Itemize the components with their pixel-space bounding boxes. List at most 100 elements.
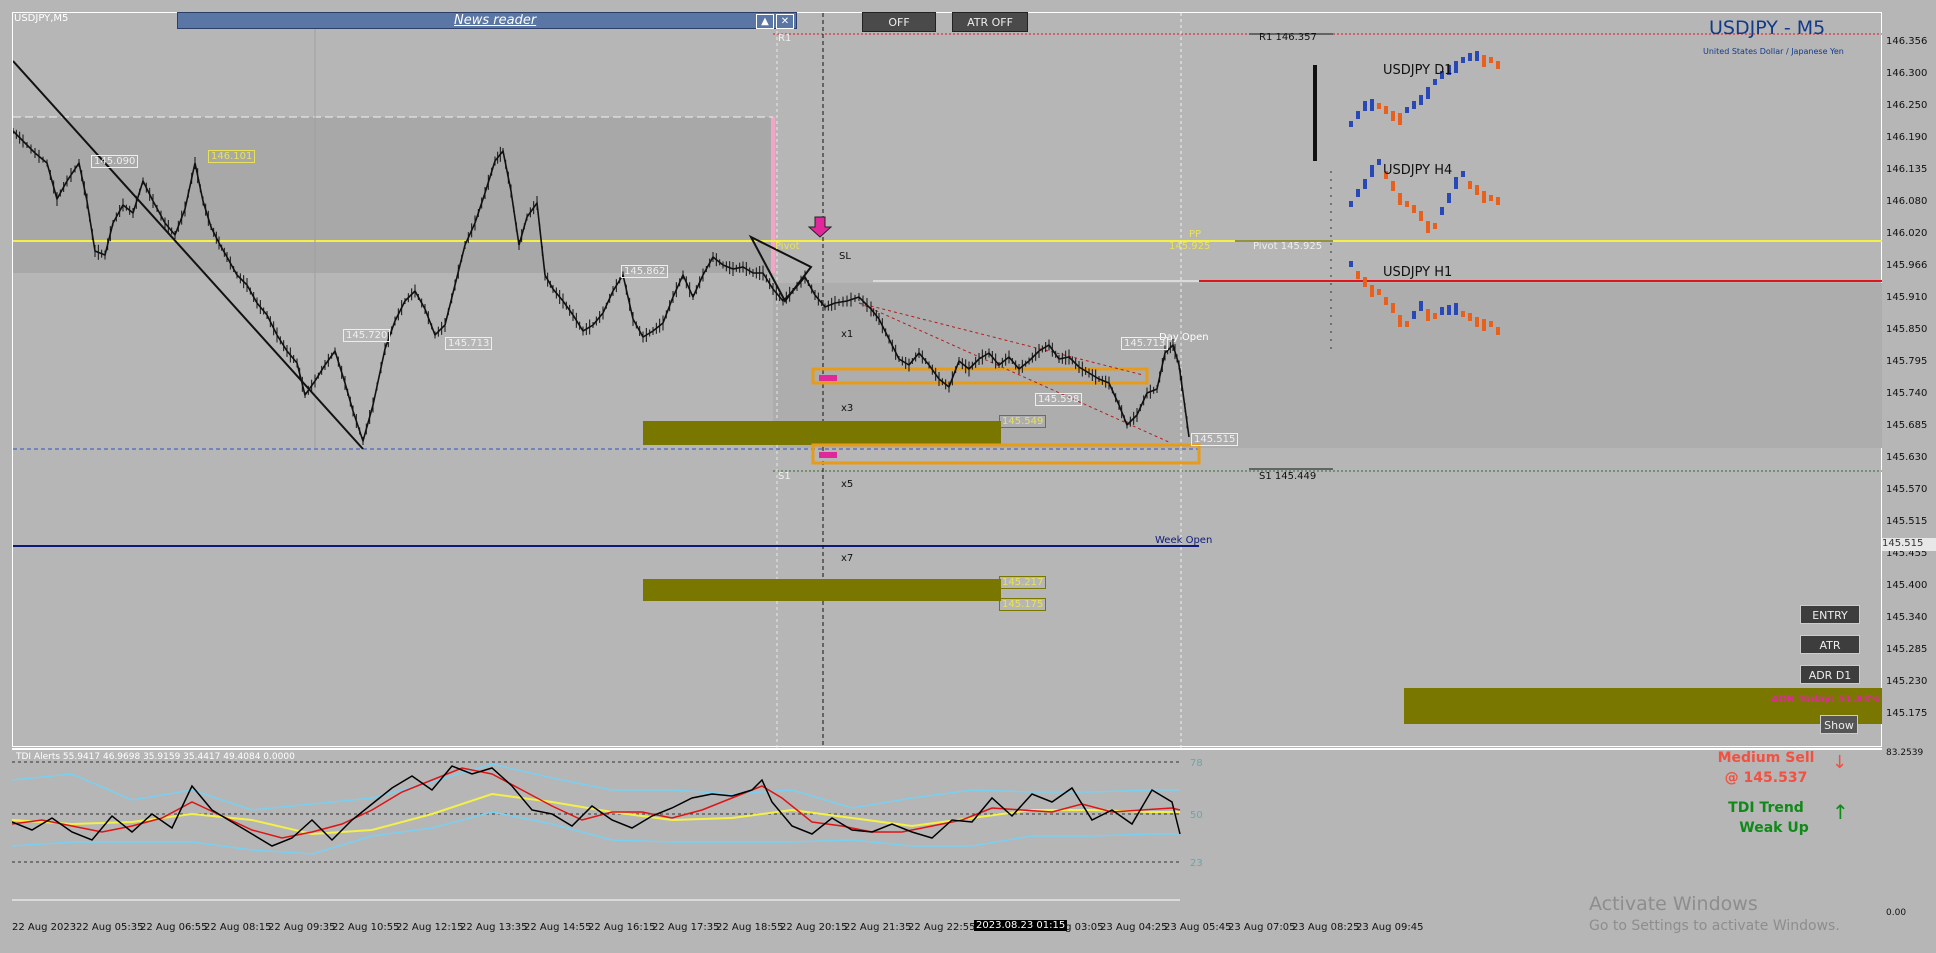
price-tag: 145.862	[621, 265, 669, 278]
mini-candle	[1475, 317, 1479, 327]
mini-candle	[1461, 57, 1465, 63]
main-chart[interactable]: R1 R1 146.357 Pivot 145.925 PP 145.925 P…	[12, 12, 1883, 748]
level-23-label: 23	[1190, 858, 1203, 869]
mini-candle	[1349, 261, 1353, 267]
mini-candle	[1370, 285, 1374, 297]
news-reader-bar[interactable]: News reader ▲ ✕	[177, 12, 797, 29]
up-arrow-icon: ↑	[1832, 800, 1849, 824]
mini-candle	[1412, 311, 1416, 319]
cursor-time: 2023.08.23 01:15	[974, 920, 1068, 931]
mini-candle	[1426, 309, 1430, 321]
mini-candle	[1461, 311, 1465, 317]
mini-candle	[1391, 303, 1395, 313]
price-tag: 145.175	[999, 598, 1047, 611]
price-axis-label: 145.910	[1886, 292, 1928, 303]
price-axis: 146.356 146.300 146.250 146.190 146.135 146.0…	[1882, 12, 1936, 758]
time-axis-label: 22 Aug 09:35	[268, 922, 336, 933]
range-zone	[13, 117, 773, 273]
time-axis-label: 22 Aug 18:55	[716, 922, 784, 933]
level-78-label: 78	[1190, 758, 1203, 769]
mini-candle	[1419, 301, 1423, 311]
price-axis-label: 146.190	[1886, 132, 1928, 143]
supply-zone	[643, 421, 1001, 445]
x1-label: x1	[841, 329, 854, 340]
adr-button[interactable]: ADR D1	[1800, 665, 1860, 684]
mini-candle	[1398, 193, 1402, 205]
tf-h4-label: USDJPY H4	[1383, 163, 1453, 178]
mini-candle	[1377, 103, 1381, 109]
time-axis-label: 23 Aug 08:25	[1292, 922, 1360, 933]
pp-price-label: 145.925	[1169, 241, 1211, 252]
symbol-label: USDJPY,M5	[14, 13, 69, 24]
mini-candle	[1405, 201, 1409, 207]
mini-candle	[1482, 191, 1486, 203]
adr-value: ADR Today: 51.83%	[1771, 694, 1880, 705]
mini-charts	[1313, 51, 1500, 351]
show-button[interactable]: Show	[1820, 715, 1858, 734]
price-axis-label: 145.966	[1886, 260, 1928, 271]
time-axis-label: 22 Aug 10:55	[332, 922, 400, 933]
collapse-icon[interactable]: ▲	[756, 14, 774, 29]
price-axis-label: 145.285	[1886, 644, 1928, 655]
atr-button[interactable]: ATR	[1800, 635, 1860, 654]
mini-candle	[1482, 55, 1486, 67]
indicator-name: TDI Alerts 55.9417 46.9698 35.9159 35.44…	[16, 752, 295, 762]
ind-bottom-label: 0.00	[1886, 908, 1907, 918]
news-reader-title[interactable]: News reader	[454, 13, 536, 28]
price-tag: 145.217	[999, 576, 1047, 589]
time-axis-label: 22 Aug 17:35	[652, 922, 720, 933]
price-tag: 145.713	[445, 337, 493, 350]
price-axis-label: 145.850	[1886, 324, 1928, 335]
price-axis-label: 145.630	[1886, 452, 1928, 463]
mini-candle	[1426, 87, 1430, 99]
tdi-rsi-line	[11, 767, 1181, 839]
trading-terminal: R1 R1 146.357 Pivot 145.925 PP 145.925 P…	[0, 0, 1936, 953]
price-chart	[12, 13, 1883, 748]
mini-candle	[1384, 297, 1388, 305]
mini-candle	[1433, 79, 1437, 85]
price-tag: 145.090	[91, 155, 139, 168]
chart-subtitle: United States Dollar / Japanese Yen	[1703, 47, 1844, 56]
time-axis-label: 22 Aug 14:55	[524, 922, 592, 933]
mini-candle	[1461, 171, 1465, 177]
mini-candle	[1440, 207, 1444, 215]
close-icon[interactable]: ✕	[776, 14, 794, 29]
time-axis-label: 22 Aug 05:35	[76, 922, 144, 933]
price-axis-label: 145.175	[1886, 708, 1928, 719]
time-axis-label: 23 Aug 04:25	[1100, 922, 1168, 933]
price-axis-label: 145.400	[1886, 580, 1928, 591]
time-axis-label: 22 Aug 2023	[12, 922, 77, 933]
watermark-title: Activate Windows	[1589, 893, 1758, 915]
price-axis-label: 146.300	[1886, 68, 1928, 79]
price-tag: 145.598	[1035, 393, 1083, 406]
mini-candle	[1496, 61, 1500, 69]
price-tag: 145.515	[1191, 433, 1239, 446]
mini-candle	[1356, 189, 1360, 197]
demand-zone	[643, 579, 1001, 601]
price-axis-label: 145.795	[1886, 356, 1928, 367]
s1-short-label: S1	[778, 471, 791, 482]
mini-candle	[1398, 315, 1402, 327]
price-tag: 145.549	[999, 415, 1047, 428]
atr-off-button[interactable]: ATR OFF	[952, 12, 1028, 32]
week-open-label: Week Open	[1155, 535, 1213, 546]
price-axis-label: 145.685	[1886, 420, 1928, 431]
tdi-band-lower	[11, 811, 1180, 855]
mini-candle	[1363, 277, 1367, 287]
mini-candle	[1496, 327, 1500, 335]
time-axis-label: 22 Aug 20:15	[780, 922, 848, 933]
magenta-marker	[819, 375, 837, 381]
tf-h1-label: USDJPY H1	[1383, 265, 1453, 280]
price-axis-label: 146.250	[1886, 100, 1928, 111]
mini-candle	[1405, 107, 1409, 113]
mini-candle	[1405, 321, 1409, 327]
entry-button[interactable]: ENTRY	[1800, 605, 1860, 624]
x7-label: x7	[841, 553, 854, 564]
pivot-short-label: Pivot	[775, 241, 800, 252]
mini-candle	[1412, 205, 1416, 213]
trend-label: TDI Trend	[1728, 800, 1804, 816]
off-button[interactable]: OFF	[862, 12, 936, 32]
x5-label: x5	[841, 479, 854, 490]
price-axis-label: 145.515	[1886, 516, 1928, 527]
mini-candle	[1475, 51, 1479, 61]
